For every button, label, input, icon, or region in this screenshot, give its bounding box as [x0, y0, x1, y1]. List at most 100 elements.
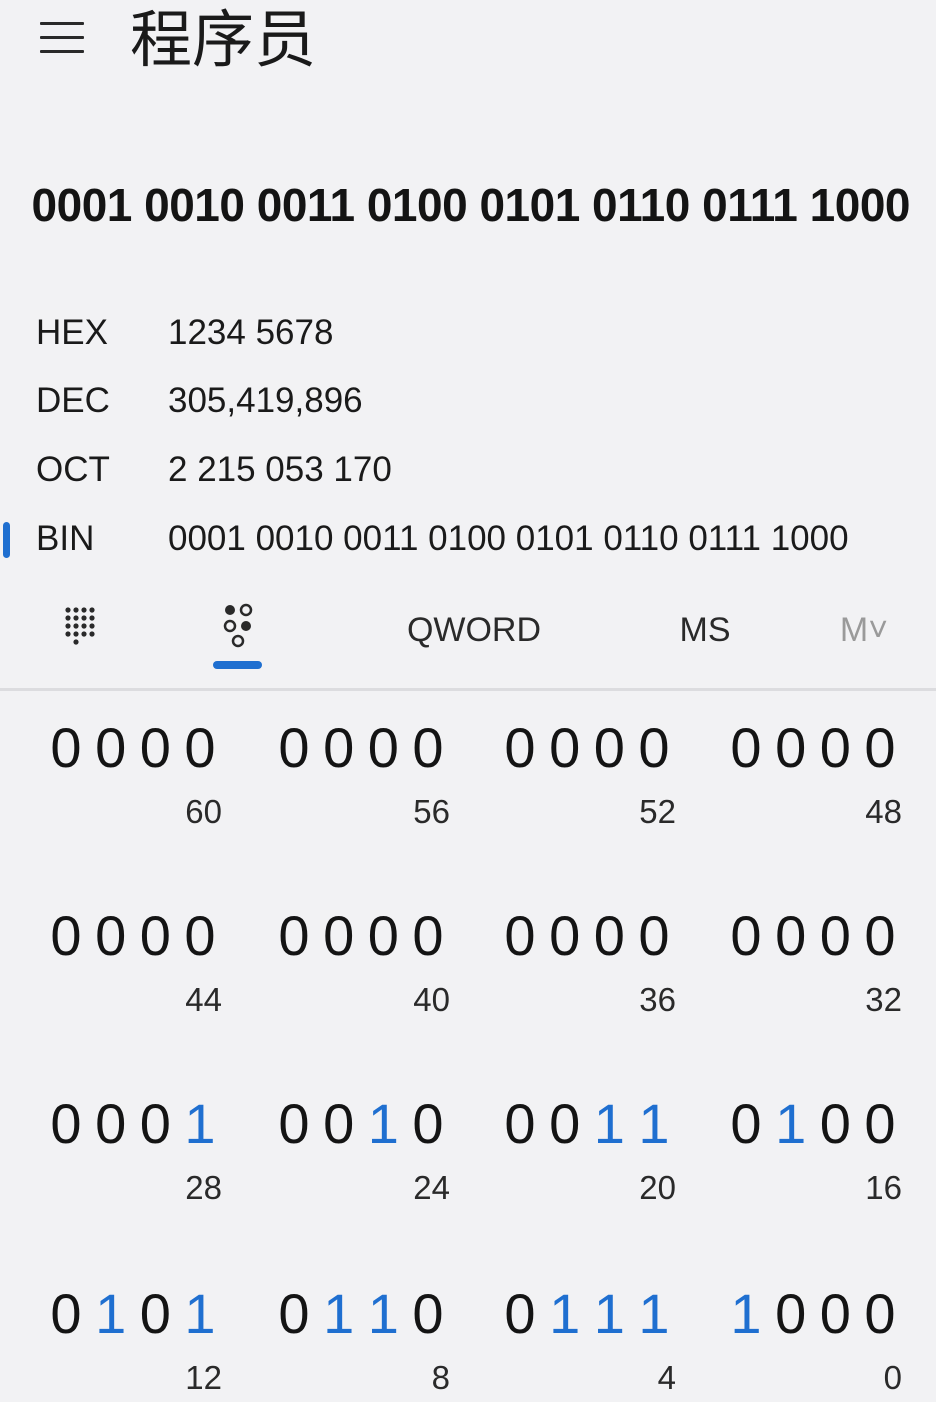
bit-toggle[interactable]: 0 [632, 712, 676, 784]
bit-position-label: 20 [639, 1169, 676, 1206]
bit-toggle[interactable]: 0 [769, 712, 813, 784]
bit-toggle[interactable]: 1 [632, 1278, 676, 1350]
bit-position-label: 44 [185, 981, 222, 1018]
bit-toggle[interactable]: 0 [133, 712, 177, 784]
bit-toggle[interactable]: 0 [89, 712, 133, 784]
radix-value: 0001 0010 0011 0100 0101 0110 0111 1000 [168, 519, 849, 558]
word-size-button[interactable]: QWORD [398, 590, 550, 672]
bit-toggle[interactable]: 1 [178, 1088, 222, 1160]
bit-toggle[interactable]: 0 [543, 712, 587, 784]
bit-group: 01114 [498, 1278, 688, 1396]
bit-toggle[interactable]: 1 [724, 1278, 768, 1350]
bit-toggle[interactable]: 0 [317, 1088, 361, 1160]
bit-toggle[interactable]: 0 [89, 1088, 133, 1160]
bit-toggle[interactable]: 0 [272, 1088, 316, 1160]
radix-value: 305,419,896 [168, 381, 363, 420]
bit-toggle[interactable]: 0 [89, 900, 133, 972]
bit-toggle[interactable]: 0 [858, 900, 902, 972]
bit-group-bits: 0001 [44, 1088, 222, 1160]
bit-toggle[interactable]: 0 [498, 900, 542, 972]
bit-toggle[interactable]: 0 [498, 712, 542, 784]
full-keypad-icon[interactable] [50, 590, 110, 672]
keypad-toolbar: QWORD MS M˅ [0, 590, 936, 682]
bit-toggle[interactable]: 0 [543, 1088, 587, 1160]
bit-group: 0 0 0 0 44 [44, 900, 234, 1018]
radix-label: BIN [36, 519, 95, 558]
bit-toggle[interactable]: 0 [44, 1088, 88, 1160]
bit-position-label: 48 [865, 793, 902, 830]
bit-toggle[interactable]: 0 [406, 1278, 450, 1350]
bit-toggle[interactable]: 0 [317, 712, 361, 784]
bit-toggle[interactable]: 0 [813, 1278, 857, 1350]
bit-toggle[interactable]: 1 [587, 1278, 631, 1350]
radix-label: OCT [36, 450, 110, 489]
bit-position-label: 56 [413, 793, 450, 830]
radix-row-hex[interactable]: HEX 1234 5678 [0, 300, 936, 366]
memory-list-button[interactable]: M˅ [826, 590, 902, 672]
bit-toggle[interactable]: 0 [724, 712, 768, 784]
bit-toggle[interactable]: 0 [44, 900, 88, 972]
bit-toggle[interactable]: 0 [272, 1278, 316, 1350]
hamburger-menu-icon[interactable] [40, 18, 86, 58]
bit-toggle[interactable]: 0 [632, 900, 676, 972]
bit-group: 0 0 0 0 40 [272, 900, 462, 1018]
radix-row-bin[interactable]: BIN 0001 0010 0011 0100 0101 0110 0111 1… [0, 506, 936, 572]
bit-toggle[interactable]: 0 [361, 900, 405, 972]
bit-toggle[interactable]: 0 [178, 712, 222, 784]
bit-toggle[interactable]: 0 [44, 1278, 88, 1350]
bit-toggle[interactable]: 1 [769, 1088, 813, 1160]
bit-position-label: 24 [413, 1169, 450, 1206]
bit-group: 0 1 0 0 16 [724, 1088, 914, 1206]
bit-toggle[interactable]: 0 [858, 712, 902, 784]
bit-toggle[interactable]: 0 [406, 900, 450, 972]
bit-toggle[interactable]: 0 [587, 900, 631, 972]
bit-toggle[interactable]: 0 [813, 712, 857, 784]
bit-group-bits: 0000 [724, 712, 902, 784]
bit-toggle[interactable]: 0 [769, 900, 813, 972]
bit-toggle[interactable]: 0 [317, 900, 361, 972]
bit-toggle[interactable]: 0 [724, 900, 768, 972]
bit-toggle[interactable]: 0 [858, 1088, 902, 1160]
bit-toggling-keypad-icon[interactable] [210, 590, 266, 672]
bit-group: 0 0 0 0 36 [498, 900, 688, 1018]
bit-group-bits: 0000 [44, 712, 222, 784]
bit-toggle[interactable]: 0 [361, 712, 405, 784]
bit-toggle[interactable]: 1 [89, 1278, 133, 1350]
bit-group-bits: 0000 [272, 900, 450, 972]
bit-toggle[interactable]: 0 [769, 1278, 813, 1350]
bit-group-bits: 1000 [724, 1278, 902, 1350]
bit-toggle[interactable]: 0 [133, 1278, 177, 1350]
bit-group: 0 0 1 0 24 [272, 1088, 462, 1206]
bit-toggle[interactable]: 1 [361, 1088, 405, 1160]
bit-toggle[interactable]: 0 [272, 900, 316, 972]
bit-toggle[interactable]: 0 [543, 900, 587, 972]
bit-position-label: 12 [185, 1359, 222, 1396]
bit-toggle[interactable]: 1 [178, 1278, 222, 1350]
bit-toggle[interactable]: 1 [632, 1088, 676, 1160]
bit-toggle[interactable]: 0 [272, 712, 316, 784]
bit-toggle[interactable]: 0 [406, 1088, 450, 1160]
radix-row-dec[interactable]: DEC 305,419,896 [0, 368, 936, 434]
bit-toggle[interactable]: 0 [133, 1088, 177, 1160]
memory-store-button[interactable]: MS [664, 590, 746, 672]
mode-title: 程序员 [130, 3, 317, 76]
bit-toggle[interactable]: 1 [543, 1278, 587, 1350]
bit-position-label: 8 [431, 1359, 450, 1396]
bit-toggle[interactable]: 0 [587, 712, 631, 784]
bit-position-label: 0 [883, 1359, 902, 1396]
bit-toggle[interactable]: 1 [317, 1278, 361, 1350]
bit-toggle[interactable]: 0 [498, 1088, 542, 1160]
radix-row-oct[interactable]: OCT 2 215 053 170 [0, 437, 936, 503]
bit-toggle[interactable]: 1 [587, 1088, 631, 1160]
bit-toggle[interactable]: 0 [858, 1278, 902, 1350]
bit-toggle[interactable]: 0 [498, 1278, 542, 1350]
bit-toggle[interactable]: 0 [44, 712, 88, 784]
bit-toggle[interactable]: 0 [813, 1088, 857, 1160]
bit-toggle[interactable]: 0 [724, 1088, 768, 1160]
bit-toggle[interactable]: 0 [813, 900, 857, 972]
bit-toggle[interactable]: 1 [361, 1278, 405, 1350]
bit-toggle[interactable]: 0 [406, 712, 450, 784]
bit-toggle[interactable]: 0 [178, 900, 222, 972]
bit-toggle[interactable]: 0 [133, 900, 177, 972]
toolbar-divider [0, 688, 936, 691]
